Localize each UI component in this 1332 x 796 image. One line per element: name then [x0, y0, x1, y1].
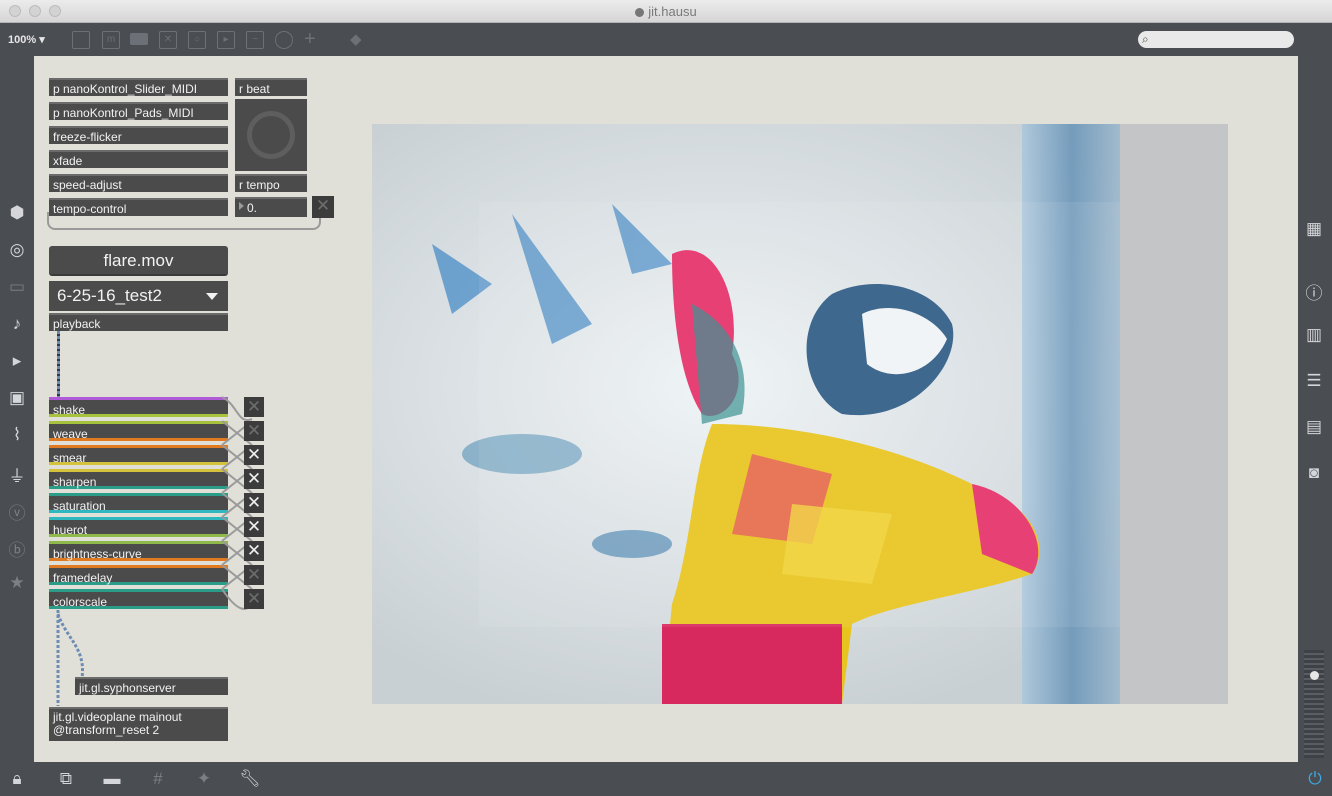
note-icon[interactable]: ♪ — [5, 314, 29, 334]
chevron-down-icon: ▾ — [39, 34, 45, 46]
window-title: jit.hausu — [0, 4, 1332, 19]
toggle-smear[interactable]: ✕ — [244, 445, 264, 465]
receive-beat-object[interactable]: r beat — [235, 78, 307, 96]
grid-icon[interactable]: ▦ — [1302, 219, 1326, 239]
level-meter — [1304, 650, 1324, 758]
list-icon[interactable]: ☰ — [1302, 371, 1326, 391]
subpatcher-pads-midi[interactable]: p nanoKontrol_Pads_MIDI — [49, 102, 228, 120]
effect-colorscale[interactable]: colorscale — [49, 589, 228, 609]
camera-icon[interactable]: ◙ — [1302, 463, 1326, 483]
effect-smear[interactable]: smear — [49, 445, 228, 465]
toggle-sharpen[interactable]: ✕ — [244, 469, 264, 489]
search-icon: ⌕ — [1142, 32, 1149, 46]
video-frame-image — [372, 124, 1228, 704]
image-icon[interactable]: ▣ — [5, 388, 29, 408]
volume-slider-handle[interactable] — [1310, 671, 1319, 680]
power-icon[interactable]: ⏻ — [1303, 769, 1327, 789]
video-output-window — [372, 124, 1228, 704]
slider-icon[interactable]: − — [246, 31, 264, 49]
zoom-menu[interactable]: 100% ▾ — [8, 33, 45, 46]
play-step-icon[interactable]: ▸ — [5, 351, 29, 371]
bang-circle-icon — [247, 111, 295, 159]
toggle-colorscale[interactable]: ✕ — [244, 589, 264, 609]
grid-icon[interactable]: # — [146, 769, 170, 789]
document-icon — [635, 8, 645, 17]
search-input[interactable]: ⌕ — [1138, 31, 1294, 48]
book-icon[interactable]: ▥ — [1302, 325, 1326, 345]
toggle-huerot[interactable]: ✕ — [244, 517, 264, 537]
toggle-shake[interactable]: ✕ — [244, 397, 264, 417]
videoplane-line-2: @transform_reset 2 — [53, 723, 160, 737]
effect-framedelay[interactable]: framedelay — [49, 565, 228, 585]
target-icon[interactable]: ◎ — [5, 240, 29, 260]
clip-umenu[interactable]: 6-25-16_test2 — [49, 281, 228, 311]
info-icon[interactable]: ⓘ — [1302, 279, 1326, 304]
message-box-icon[interactable]: m — [102, 31, 120, 49]
chevron-down-icon — [206, 293, 218, 300]
cube-icon[interactable]: ⬢ — [5, 203, 29, 223]
flare-mov-button[interactable]: flare.mov — [49, 246, 228, 276]
snap-icon[interactable]: ✦ — [192, 769, 216, 789]
receive-tempo-object[interactable]: r tempo — [235, 174, 307, 192]
paint-bucket-icon[interactable]: ◆ — [350, 30, 362, 48]
vimeo-icon[interactable]: ⓥ — [5, 499, 29, 524]
new-object-icon[interactable] — [72, 31, 90, 49]
wrench-icon[interactable]: 🔧︎ — [238, 769, 262, 789]
comment-icon[interactable] — [130, 33, 148, 45]
effect-saturation[interactable]: saturation — [49, 493, 228, 513]
playback-subpatcher[interactable]: playback — [49, 313, 228, 331]
number-arrow-icon — [239, 202, 244, 210]
beat-bang-button[interactable] — [235, 99, 307, 171]
add-icon[interactable]: + — [304, 28, 316, 51]
toggle-tempo-button[interactable]: ✕ — [312, 196, 334, 218]
tempo-number-box[interactable]: 0. — [235, 197, 307, 217]
subpatcher-speed-adjust[interactable]: speed-adjust — [49, 174, 228, 192]
toggle-framedelay[interactable]: ✕ — [244, 565, 264, 585]
effect-sharpen[interactable]: sharpen — [49, 469, 228, 489]
star-icon[interactable]: ★ — [5, 573, 29, 593]
subpatcher-freeze-flicker[interactable]: freeze-flicker — [49, 126, 228, 144]
button-object-icon[interactable]: ○ — [188, 31, 206, 49]
toggle-saturation[interactable]: ✕ — [244, 493, 264, 513]
presentation-windows-icon[interactable]: ⧉ — [54, 769, 78, 789]
presentation-icon[interactable]: ▬ — [100, 769, 124, 789]
patch-cord — [57, 331, 60, 397]
umenu-value: 6-25-16_test2 — [57, 286, 162, 305]
toggle-brightness-curve[interactable]: ✕ — [244, 541, 264, 561]
effect-shake[interactable]: shake — [49, 397, 228, 417]
reference-icon[interactable]: ▤ — [1302, 417, 1326, 437]
effect-weave[interactable]: weave — [49, 421, 228, 441]
toggle-icon[interactable]: ✕ — [159, 31, 177, 49]
lock-icon[interactable]: 🔒︎ — [5, 769, 29, 789]
videoplane-object[interactable]: jit.gl.videoplane mainout @transform_rese… — [49, 707, 228, 741]
plug-icon[interactable]: ⏚ — [5, 462, 29, 487]
effect-huerot[interactable]: huerot — [49, 517, 228, 537]
subpatcher-slider-midi[interactable]: p nanoKontrol_Slider_MIDI — [49, 78, 228, 96]
dial-icon[interactable] — [275, 31, 293, 49]
subpatcher-xfade[interactable]: xfade — [49, 150, 228, 168]
paperclip-icon[interactable]: ⌇ — [5, 425, 29, 445]
window-title-text: jit.hausu — [648, 4, 697, 19]
effect-brightness-curve[interactable]: brightness-curve — [49, 541, 228, 561]
bus-icon[interactable]: ▭ — [5, 277, 29, 297]
number-box-icon[interactable]: ▸ — [217, 31, 235, 49]
zoom-value: 100% — [8, 34, 37, 46]
b-icon[interactable]: ⓑ — [5, 536, 29, 561]
toggle-weave[interactable]: ✕ — [244, 421, 264, 441]
syphon-server-object[interactable]: jit.gl.syphonserver — [75, 677, 228, 695]
